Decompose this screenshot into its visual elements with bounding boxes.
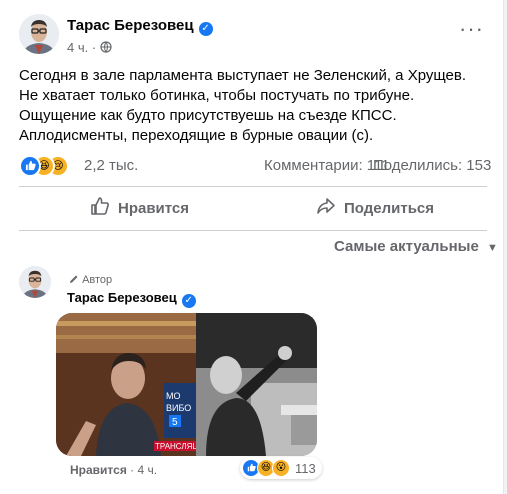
reactions-count[interactable]: 2,2 тыс.	[84, 157, 138, 174]
sort-label: Самые актуальные	[334, 238, 479, 255]
share-arrow-icon	[316, 196, 336, 220]
separator-dot: ·	[130, 463, 135, 477]
verified-badge-icon: ✓	[181, 294, 196, 308]
comment-reactions[interactable]: 😆 😮 113	[240, 457, 322, 479]
like-reaction-icon	[19, 155, 41, 177]
post-meta: 4 ч. ·	[67, 40, 112, 55]
avatar[interactable]	[19, 14, 59, 54]
wow-reaction-icon: 😮	[272, 459, 290, 477]
live-tag: ТРАНСЛЯЦІ	[155, 442, 200, 451]
author-name[interactable]: Тарас Березовец	[67, 17, 194, 34]
post-card: Тарас Березовец ✓ 4 ч. · ··· Сегодня в за…	[0, 0, 504, 494]
post-text: Сегодня в зале парламента выступает не З…	[19, 67, 467, 144]
globe-icon	[100, 40, 112, 55]
channel-logo-text-top: МО	[166, 391, 181, 401]
divider	[19, 230, 487, 231]
thumbs-up-icon	[90, 196, 110, 220]
post-author[interactable]: Тарас Березовец ✓	[67, 17, 213, 36]
comment-author[interactable]: Тарас Березовец ✓	[67, 290, 196, 308]
comment-author-name[interactable]: Тарас Березовец	[67, 290, 177, 305]
caret-down-icon: ▼	[486, 242, 498, 254]
comment-footer: Нравится · 4 ч.	[70, 463, 157, 477]
like-button[interactable]: Нравится	[90, 190, 189, 226]
shares-count[interactable]: Поделились: 153	[373, 157, 491, 174]
pencil-icon	[69, 274, 82, 286]
comment-image[interactable]: МО ВИБО 5 ТРАНСЛЯЦІ	[56, 313, 317, 456]
comment-sort-dropdown[interactable]: Самые актуальные ▼	[334, 238, 498, 255]
comment-avatar[interactable]	[19, 266, 51, 298]
channel-logo-text-mid: ВИБО	[166, 403, 191, 413]
share-button[interactable]: Поделиться	[316, 190, 434, 226]
share-button-label: Поделиться	[344, 199, 435, 217]
comment-reactions-count: 113	[295, 460, 316, 476]
more-options-icon[interactable]: ···	[459, 18, 484, 40]
author-badge-label: Автор	[82, 274, 113, 286]
verified-badge-icon: ✓	[198, 22, 213, 36]
comment-time[interactable]: 4 ч.	[138, 463, 158, 477]
post-time[interactable]: 4 ч.	[67, 40, 88, 55]
comments-count[interactable]: Комментарии: 111	[264, 157, 390, 174]
comment-like-link[interactable]: Нравится	[70, 463, 127, 477]
separator-dot: ·	[91, 40, 97, 55]
divider	[19, 186, 487, 187]
author-badge: Автор	[69, 274, 112, 286]
channel-number: 5	[172, 417, 178, 428]
like-button-label: Нравится	[118, 199, 190, 217]
